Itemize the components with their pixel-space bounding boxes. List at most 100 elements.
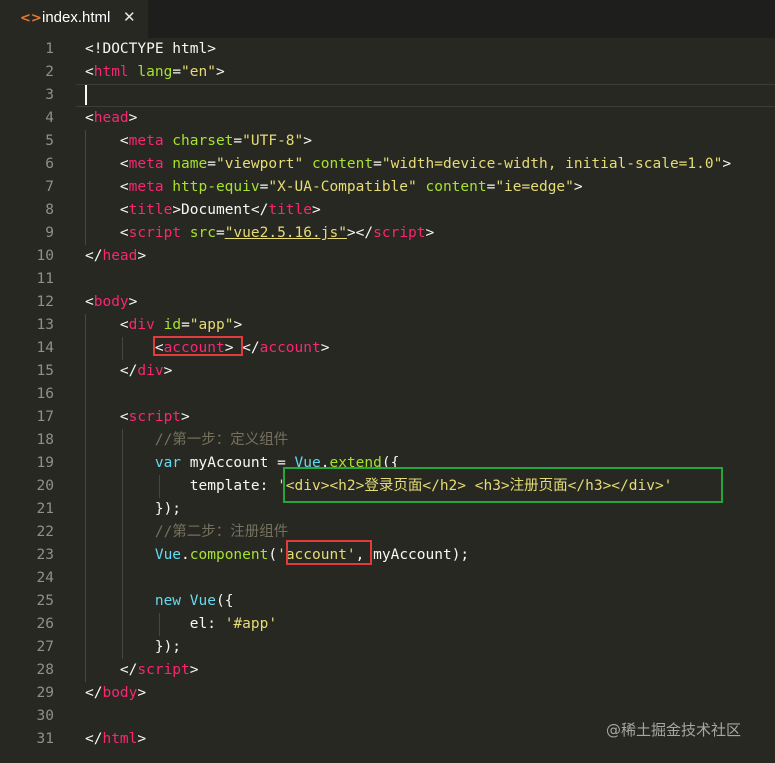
code-line[interactable]: </script> <box>85 659 199 682</box>
code-token: myAccount = <box>181 455 295 471</box>
code-token: < <box>85 340 164 356</box>
code-token: src <box>181 225 216 241</box>
code-token: > <box>137 248 147 264</box>
code-token: . <box>181 547 190 563</box>
code-token: >Document</ <box>172 202 269 218</box>
code-token: ></ <box>346 225 374 241</box>
code-line[interactable]: <meta http-equiv="X-UA-Compatible" conte… <box>85 176 583 199</box>
code-token: script <box>137 662 190 678</box>
code-token: > <box>573 179 583 195</box>
code-token: script <box>128 225 182 241</box>
line-number: 9 <box>45 225 54 241</box>
code-line[interactable]: <script> <box>85 406 190 429</box>
tab-index-html[interactable]: <> index.html ✕ <box>0 0 148 38</box>
line-number: 16 <box>36 386 54 402</box>
code-line[interactable]: <!DOCTYPE html> <box>85 38 216 61</box>
code-token: > <box>137 685 147 701</box>
code-line[interactable]: <script src="vue2.5.16.js"></script> <box>85 222 434 245</box>
code-token: < <box>85 409 129 425</box>
code-line[interactable]: </body> <box>85 682 146 705</box>
code-editor[interactable]: 1 2 3 4 5 6 7 8 9 10 11 12 13 14 15 16 17 18 19 20 21 22 23 24 2… <box>0 38 775 763</box>
code-token: > <box>233 317 243 333</box>
line-number: 2 <box>45 64 54 80</box>
code-line[interactable]: //第一步：定义组件 <box>85 429 288 452</box>
template-string-highlight-box <box>283 467 723 503</box>
code-line[interactable]: }); <box>85 636 181 659</box>
line-number: 4 <box>45 110 54 126</box>
code-token: title <box>268 202 312 218</box>
current-line-highlight <box>76 84 775 107</box>
code-token: name <box>163 156 208 172</box>
code-token: < <box>85 64 94 80</box>
code-line[interactable]: }); <box>85 498 181 521</box>
code-token: html <box>102 731 138 747</box>
code-line[interactable]: <title>Document</title> <box>85 199 321 222</box>
code-token: meta <box>128 179 164 195</box>
line-number: 23 <box>36 547 54 563</box>
code-token: "en" <box>181 64 216 80</box>
code-line[interactable]: <meta name="viewport" content="width=dev… <box>85 153 731 176</box>
line-number: 13 <box>36 317 54 333</box>
code-token: = <box>233 133 243 149</box>
code-token: "ie=edge" <box>495 179 574 195</box>
code-token: </ <box>85 685 103 701</box>
line-number: 21 <box>36 501 54 517</box>
code-token: < <box>85 110 94 126</box>
code-token: body <box>93 294 129 310</box>
line-number: 20 <box>36 478 54 494</box>
code-line[interactable]: </div> <box>85 360 172 383</box>
code-token: = <box>215 225 225 241</box>
code-token: div <box>137 363 164 379</box>
line-number: 11 <box>36 271 54 287</box>
line-number: 26 <box>36 616 54 632</box>
code-token: body <box>102 685 138 701</box>
code-line[interactable]: </html> <box>85 728 146 751</box>
code-token: > <box>181 409 190 425</box>
code-token: "viewport" <box>215 156 304 172</box>
code-token: </ <box>85 248 103 264</box>
line-number: 1 <box>45 41 54 57</box>
code-line[interactable]: <html lang="en"> <box>85 61 225 84</box>
code-token: = <box>172 64 182 80</box>
code-line[interactable]: <body> <box>85 291 137 314</box>
code-token: < <box>85 294 94 310</box>
code-token: "vue2.5.16.js" <box>224 225 347 241</box>
code-token: <!DOCTYPE html> <box>85 41 216 57</box>
line-number: 30 <box>36 708 54 724</box>
close-icon[interactable]: ✕ <box>123 8 136 26</box>
code-line[interactable]: <meta charset="UTF-8"> <box>85 130 312 153</box>
code-token: </ <box>85 731 103 747</box>
line-number: 15 <box>36 363 54 379</box>
code-token: </ <box>85 363 138 379</box>
code-token: </ <box>85 662 138 678</box>
code-line[interactable]: Vue.component('account', myAccount); <box>85 544 469 567</box>
watermark: @稀土掘金技术社区 <box>606 721 742 739</box>
code-token: script <box>128 409 182 425</box>
code-token: content <box>416 179 487 195</box>
code-token: < <box>85 202 129 218</box>
code-line[interactable]: <head> <box>85 107 137 130</box>
code-line[interactable]: new Vue({ <box>85 590 234 613</box>
code-token: new <box>154 593 182 609</box>
code-token: > <box>425 225 435 241</box>
html-file-icon: <> <box>20 11 42 26</box>
code-line[interactable]: el: '#app' <box>85 613 277 636</box>
code-token: el: <box>85 616 225 632</box>
code-token: head <box>93 110 129 126</box>
code-token: script <box>373 225 426 241</box>
code-token: //第一步：定义组件 <box>85 432 289 448</box>
code-line[interactable]: <div id="app"> <box>85 314 242 337</box>
code-token: < <box>85 317 129 333</box>
code-token: = <box>373 156 382 172</box>
code-line[interactable]: //第二步：注册组件 <box>85 521 288 544</box>
code-line[interactable]: </head> <box>85 245 146 268</box>
code-token: , myAccount); <box>355 547 470 563</box>
code-token: http-equiv <box>163 179 260 195</box>
code-token: div <box>128 317 155 333</box>
line-number: 31 <box>36 731 54 747</box>
code-token: > <box>128 294 138 310</box>
tab-label: index.html <box>42 9 111 26</box>
line-number: 8 <box>45 202 54 218</box>
